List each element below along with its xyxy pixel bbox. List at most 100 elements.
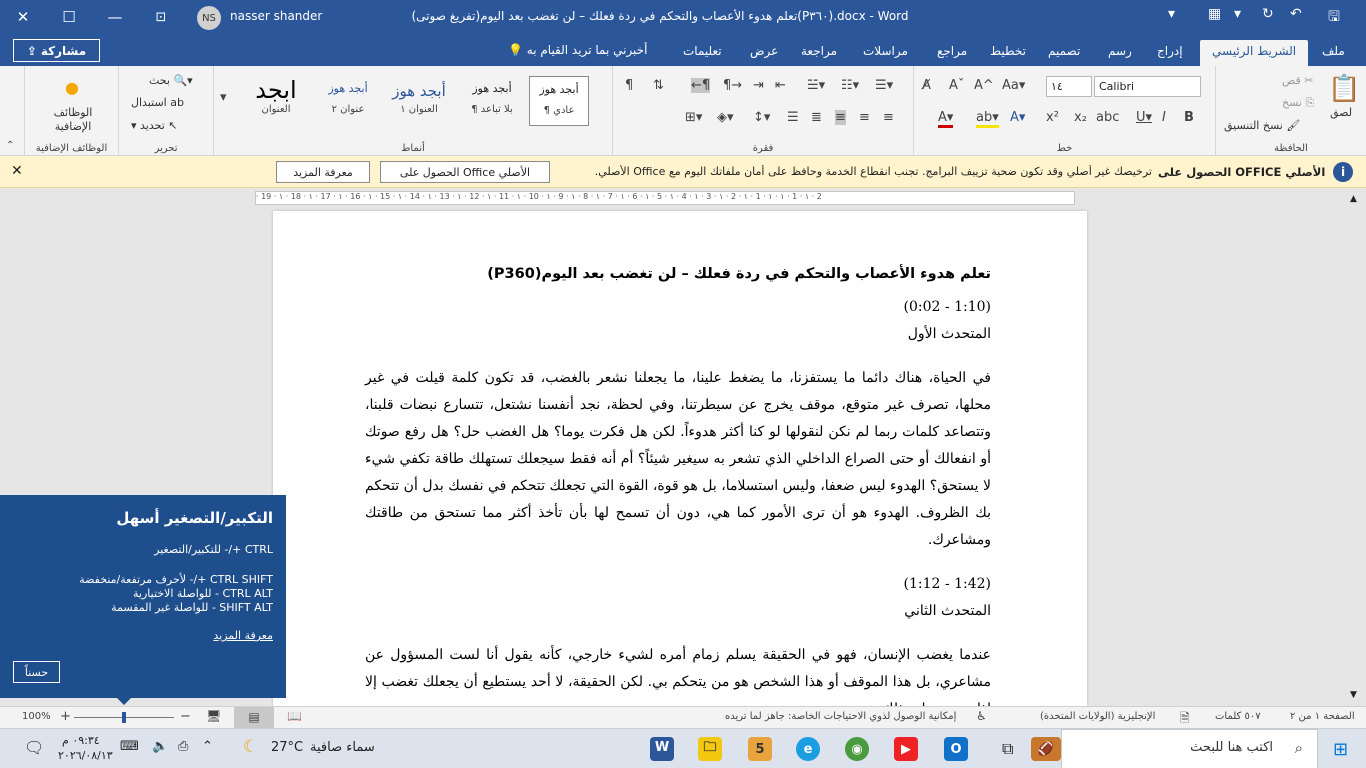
align-right-icon[interactable]: ≡ [883,110,894,125]
table-icon[interactable]: ▦ [1208,6,1221,22]
strikethrough-icon[interactable]: abc [1096,110,1119,125]
sort-icon[interactable]: ⇅ [653,78,664,93]
get-genuine-office-button[interactable]: الحصول على Office الأصلي [380,161,550,183]
widgets-icon[interactable]: 🏈 [1031,737,1061,761]
tab-mailings[interactable]: مراسلات [863,40,908,66]
weather-description[interactable]: سماء صافية [310,740,375,755]
learn-more-button[interactable]: معرفة المزيد [276,161,370,183]
page-count[interactable]: الصفحة ١ من ٢ [1290,711,1355,722]
zoom-slider[interactable] [74,712,174,723]
show-marks-icon[interactable]: ¶ [625,78,633,93]
subscript-icon[interactable]: x₂ [1074,110,1087,125]
clock-date[interactable]: ٢٠٢٦/٠٨/١٣ [58,749,113,762]
app-icon-5[interactable]: 5 [748,737,772,761]
style-title[interactable]: ابجد العنوان [246,76,306,126]
avatar[interactable]: NS [197,6,221,30]
increase-indent-icon[interactable]: ⇥ [753,78,764,93]
horizontal-ruler[interactable]: · 19 · ۱ · 18 · ۱ · 17 · ۱ · 16 · ۱ · 15… [255,191,1075,205]
distributed-icon[interactable]: ☰ [787,110,799,125]
highlight-icon[interactable]: ab▾ [976,110,999,128]
scroll-up-icon[interactable]: ▲ [1350,194,1357,204]
change-case-icon[interactable]: Aa▾ [1002,78,1025,93]
accessibility-icon[interactable]: ♿ [976,709,987,723]
decrease-indent-icon[interactable]: ⇤ [775,78,786,93]
tab-home[interactable]: الشريط الرئيسي [1200,40,1309,66]
style-normal[interactable]: أبجد هوز ¶ عادي [529,76,589,126]
text-effects-icon[interactable]: A▾ [1010,110,1025,125]
close-message-icon[interactable]: ✕ [11,163,23,179]
tab-review[interactable]: مراجعة [801,40,837,66]
word-count[interactable]: ٥٠٧ كلمات [1215,711,1261,722]
tab-layout[interactable]: تخطيط [990,40,1026,66]
align-center-icon[interactable]: ≡ [859,110,870,125]
shading-icon[interactable]: ◈▾ [717,110,734,125]
keyboard-icon[interactable]: ⌨ [120,739,139,754]
notifications-icon[interactable]: 🗨 [24,738,44,757]
collapse-ribbon-icon[interactable]: ⌃ [6,140,14,151]
replace-button[interactable]: استبدال ab [131,96,184,109]
document-body[interactable]: تعلم هدوء الأعصاب والتحكم في ردة فعلك – … [365,261,991,706]
clock-time[interactable]: ٠٩:٣٤ م [62,734,100,747]
web-layout-icon[interactable]: 🖥 [206,709,221,723]
grow-font-icon[interactable]: A^ [974,78,994,93]
shrink-font-icon[interactable]: Aˇ [949,78,964,93]
italic-icon[interactable]: I [1162,110,1166,125]
close-button[interactable]: ✕ [0,0,46,34]
taskbar-search[interactable]: ⌕ اكتب هنا للبحث [1061,729,1318,768]
bold-icon[interactable]: B [1184,110,1194,125]
restore-button[interactable]: ☐ [46,0,92,34]
tab-references[interactable]: مراجع [937,40,967,66]
read-mode-icon[interactable]: 📖 [287,709,302,723]
scroll-down-icon[interactable]: ▼ [1350,690,1357,700]
youtube-icon[interactable]: ▶ [894,737,918,761]
zoom-slider-thumb[interactable] [122,712,126,723]
windows-start-icon[interactable]: ⊞ [1333,739,1348,760]
align-left-icon[interactable]: ≡ [835,110,846,125]
font-color-icon[interactable]: A▾ [938,110,954,128]
minimize-button[interactable]: — [92,0,138,34]
superscript-icon[interactable]: x² [1046,110,1059,125]
document-page[interactable]: تعلم هدوء الأعصاب والتحكم في ردة فعلك – … [273,211,1087,706]
paste-icon[interactable]: 📋 [1328,74,1360,104]
repeat-icon[interactable]: ↻ [1262,6,1274,22]
tip-ok-button[interactable]: حسناً [13,661,60,683]
meet-now-icon[interactable]: ⎙ [178,739,188,754]
addins-icon[interactable]: ● [65,78,79,97]
bullets-icon[interactable]: ☰▾ [875,78,893,93]
vertical-scrollbar[interactable]: ▲ ▼ [1346,190,1366,706]
clear-format-icon[interactable]: A̸ [922,78,931,93]
language-indicator[interactable]: الإنجليزية (الولايات المتحدة) [1040,711,1155,722]
zoom-level[interactable]: 100% [22,711,51,722]
style-heading2[interactable]: أبجد هوز عنوان ٢ [318,76,378,126]
styles-more-icon[interactable]: ▾ [220,90,227,105]
word-taskbar-icon[interactable]: W [650,737,674,761]
tab-file[interactable]: ملف [1322,40,1345,66]
print-layout-icon[interactable]: ▤ [234,707,274,728]
tab-design[interactable]: تصميم [1048,40,1080,66]
quick-access-more-icon[interactable]: ▾ [1168,6,1175,22]
font-size-field[interactable]: ١٤ [1046,76,1092,97]
style-no-spacing[interactable]: أبجد هوز ¶ بلا تباعد [462,76,522,126]
justify-icon[interactable]: ≣ [811,110,822,125]
tell-me-box[interactable]: 💡 أخبرني بما تريد القيام به [508,43,647,57]
line-spacing-icon[interactable]: ↕▾ [753,110,770,125]
accessibility-status[interactable]: إمكانية الوصول لذوي الاحتياجات الخاصة: ج… [725,711,956,722]
task-view-icon[interactable]: ⧉ [1002,739,1013,759]
format-painter-button[interactable]: نسخ التنسيق 🖌 [1224,119,1300,132]
tab-help[interactable]: تعليمات [683,40,722,66]
save-icon[interactable]: 🖫 [1328,6,1340,30]
zoom-in-icon[interactable]: + [60,709,71,724]
outlook-icon[interactable]: O [944,737,968,761]
numbering-icon[interactable]: ☷▾ [841,78,859,93]
dropdown-icon[interactable]: ▾ [1234,6,1241,22]
font-name-field[interactable]: Calibri [1094,76,1201,97]
select-button[interactable]: ▾ تحديد ↖ [131,119,178,132]
addins-button[interactable]: الوظائف الإضافية [45,106,101,134]
tip-learn-more-link[interactable]: معرفة المزيد [13,629,273,642]
rtl-icon[interactable]: ←¶ [691,78,711,93]
file-explorer-icon[interactable]: 🗀 [698,737,722,761]
share-button[interactable]: ⇪ مشاركة [13,39,100,62]
tab-draw[interactable]: رسم [1108,40,1132,66]
proofing-icon[interactable]: 🗎 [1180,709,1190,730]
ribbon-display-options-button[interactable]: ⊡ [138,0,184,34]
